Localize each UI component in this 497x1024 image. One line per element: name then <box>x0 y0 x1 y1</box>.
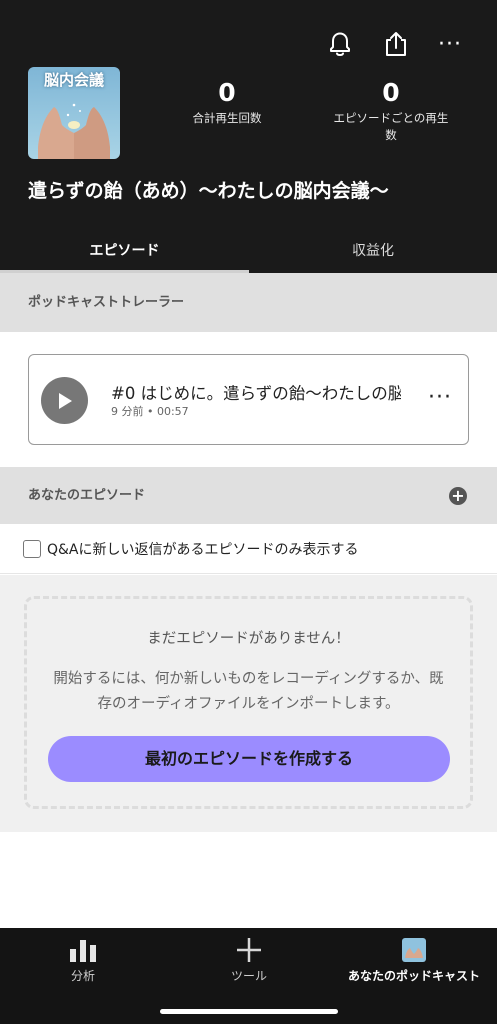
podcast-cover-image: 脳内会議 <box>28 67 120 159</box>
play-button[interactable] <box>41 377 88 424</box>
empty-state-title: まだエピソードがありません！ <box>147 631 350 647</box>
podcast-cover-icon <box>338 935 490 965</box>
total-plays-label: 合計再生回数 <box>192 111 262 125</box>
bottom-nav: 分析 ツール あなたのポッドキャスト <box>0 928 497 1024</box>
episode-title: #0 はじめに。遣らずの飴〜わたしの脳内会議〜 <box>111 384 401 403</box>
total-plays-stat: 0 合計再生回数 <box>170 78 284 127</box>
your-episodes-section-header: あなたのエピソード + <box>0 467 497 524</box>
tab-monetization[interactable]: 収益化 <box>249 229 497 273</box>
trailer-section-header: ポッドキャストトレーラー <box>0 273 497 332</box>
play-icon <box>58 392 72 409</box>
episode-more-icon[interactable]: ··· <box>428 385 452 410</box>
podcast-header: ··· 脳内会議 0 合計再生回数 0 エピソードごとの再生数 遣らずの飴（あめ… <box>0 0 497 229</box>
nav-your-podcast[interactable]: あなたのポッドキャスト <box>338 928 490 984</box>
qa-filter-checkbox[interactable] <box>23 540 41 558</box>
nav-analytics-label: 分析 <box>70 969 95 983</box>
plays-per-episode-label: エピソードごとの再生数 <box>333 111 449 142</box>
qa-filter-label[interactable]: Q&Aに新しい返信があるエピソードのみ表示する <box>47 539 359 559</box>
plus-icon <box>196 935 302 965</box>
nav-tools[interactable]: ツール <box>196 928 302 984</box>
plays-per-episode-stat: 0 エピソードごとの再生数 <box>328 78 454 144</box>
tab-episodes[interactable]: エピソード <box>0 229 249 273</box>
trailer-section-title: ポッドキャストトレーラー <box>28 295 185 310</box>
tab-bar: エピソード 収益化 <box>0 229 497 273</box>
trailer-episode-card[interactable]: #0 はじめに。遣らずの飴〜わたしの脳内会議〜 9 分前 • 00:57 ··· <box>28 354 469 445</box>
nav-analytics[interactable]: 分析 <box>30 928 136 984</box>
podcast-title: 遣らずの飴（あめ）〜わたしの脳内会議〜 <box>28 180 389 202</box>
bar-chart-icon <box>30 935 136 965</box>
episode-meta: 9 分前 • 00:57 <box>111 405 189 418</box>
cover-title: 脳内会議 <box>43 71 104 89</box>
qa-filter-row: Q&Aに新しい返信があるエピソードのみ表示する <box>0 524 497 574</box>
plays-per-episode-value: 0 <box>382 78 400 107</box>
empty-state-description: 開始するには、何か新しいものをレコーディングするか、既存のオーディオファイルをイ… <box>53 671 444 712</box>
more-icon[interactable]: ··· <box>434 28 466 60</box>
share-icon[interactable] <box>380 28 412 60</box>
home-indicator <box>160 1009 338 1014</box>
add-episode-icon[interactable]: + <box>449 487 467 505</box>
nav-tools-label: ツール <box>230 969 267 983</box>
bell-icon[interactable] <box>324 28 356 60</box>
nav-your-podcast-label: あなたのポッドキャスト <box>347 969 480 983</box>
empty-state: まだエピソードがありません！ 開始するには、何か新しいものをレコーディングするか… <box>0 575 497 832</box>
total-plays-value: 0 <box>218 78 236 107</box>
create-first-episode-button[interactable]: 最初のエピソードを作成する <box>48 736 450 782</box>
your-episodes-title: あなたのエピソード <box>28 488 146 503</box>
